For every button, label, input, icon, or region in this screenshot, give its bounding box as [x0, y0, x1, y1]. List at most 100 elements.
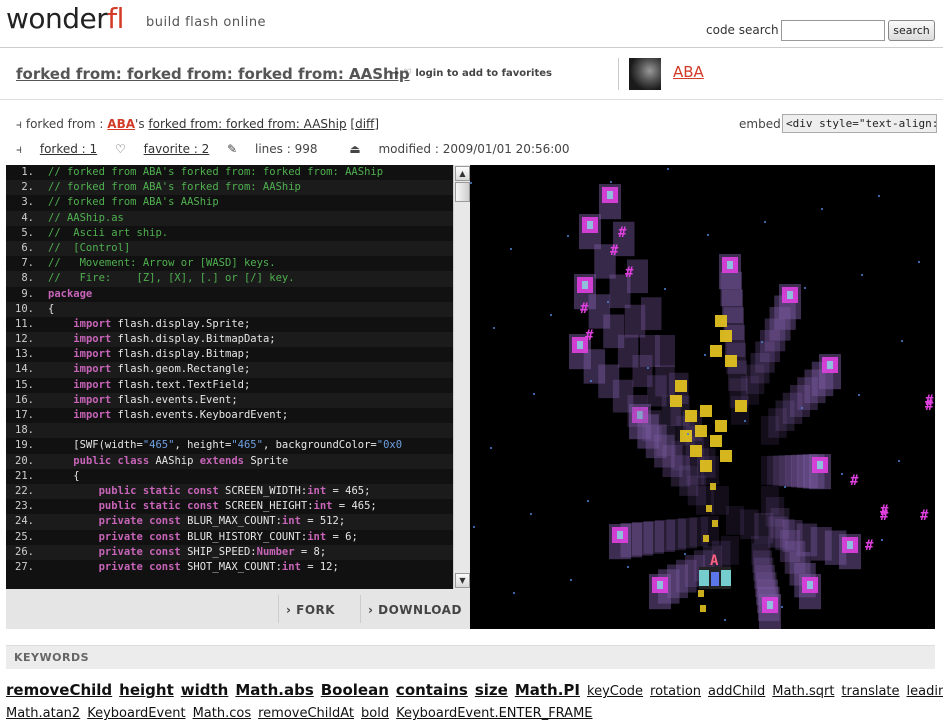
download-label: DOWNLOAD: [378, 603, 462, 617]
player-shot: [700, 605, 706, 612]
keyword-link[interactable]: bold: [361, 706, 389, 721]
scroll-thumb[interactable]: [455, 182, 470, 202]
fork-label: FORK: [296, 603, 336, 617]
keyword-link[interactable]: Math.abs: [235, 681, 313, 699]
search-button[interactable]: search: [888, 20, 935, 41]
keyword-link[interactable]: removeChild: [6, 681, 112, 699]
enemy-cockpit: [807, 581, 813, 589]
code-text: // forked from ABA's AAShip: [48, 196, 219, 209]
code-text: // Ascii art ship.: [48, 226, 169, 239]
flash-canvas[interactable]: # # # # # # # # # # # # A: [470, 165, 935, 629]
add-favorite-link[interactable]: ➜ ♡ login to add to favorites: [391, 68, 552, 79]
player-shot: [703, 535, 709, 542]
author-link[interactable]: ABA: [673, 63, 704, 81]
line-number: 16.: [15, 393, 34, 406]
fork-button[interactable]: › FORK: [286, 603, 335, 617]
code-line: 16. import flash.events.Event;: [6, 392, 453, 408]
scroll-up-icon[interactable]: ▲: [455, 166, 470, 181]
line-number: 8.: [21, 272, 34, 285]
star: [664, 288, 666, 290]
code-text: import flash.text.TextField;: [73, 378, 251, 391]
star: [801, 407, 803, 409]
bullet-glyph: #: [850, 473, 859, 489]
code-search-label: code search: [706, 23, 779, 37]
star: [667, 168, 669, 170]
code-line: 18.: [6, 423, 453, 439]
code-text: import flash.display.BitmapData;: [73, 333, 276, 346]
code-line: 23. public static const SCREEN_HEIGHT:in…: [6, 499, 453, 514]
star: [687, 433, 689, 435]
keyword-link[interactable]: width: [181, 681, 229, 699]
favorite-count[interactable]: ♡ favorite : 2: [115, 142, 209, 156]
diff-link[interactable]: [diff]: [350, 117, 379, 131]
star: [881, 539, 883, 541]
keywords-row-1: removeChild height width Math.abs Boolean con…: [6, 680, 943, 699]
player-shot: [706, 505, 712, 512]
player-ship-wing: [721, 570, 731, 586]
code-text: [SWF(width="465", height="465", backgrou…: [48, 439, 403, 452]
ship-trail: [624, 304, 646, 338]
keyword-link[interactable]: keyCode: [587, 684, 643, 699]
embed-code-field[interactable]: <div style="text-align:center: [782, 114, 937, 133]
code-text: import flash.display.Sprite;: [73, 317, 251, 330]
keyword-link[interactable]: leading: [907, 684, 943, 699]
code-line: 27. private const SHOT_MAX_COUNT:int = 1…: [6, 560, 453, 575]
star: [707, 234, 709, 236]
bullet-glyph: #: [618, 225, 627, 241]
code-line: 5. // Ascii art ship.: [6, 226, 453, 241]
code-scrollbar[interactable]: ▲ ▼: [453, 165, 470, 589]
bullet-glyph: #: [920, 508, 929, 524]
star: [610, 181, 612, 183]
code-text: import flash.geom.Rectangle;: [73, 363, 251, 376]
code-text: {: [48, 469, 80, 482]
forked-count-label: forked : 1: [39, 142, 98, 156]
site-logo[interactable]: wonderfl: [6, 2, 124, 35]
keyword-link[interactable]: KeyboardEvent.ENTER_FRAME: [396, 706, 592, 721]
star: [470, 182, 472, 184]
code-text: private const BLUR_HISTORY_COUNT:int = 6…: [98, 530, 358, 543]
bullet-glyph: #: [865, 538, 874, 554]
keyword-link[interactable]: Boolean: [321, 681, 389, 699]
keyword-link[interactable]: height: [119, 681, 174, 699]
star: [533, 393, 535, 395]
bullet-glyph: #: [880, 503, 889, 519]
scroll-down-icon[interactable]: ▼: [455, 573, 470, 588]
code-line: 25. private const BLUR_HISTORY_COUNT:int…: [6, 530, 453, 545]
line-number: 13.: [15, 348, 34, 361]
download-button[interactable]: › DOWNLOAD: [368, 603, 462, 617]
keyword-link[interactable]: translate: [841, 684, 899, 699]
lines-label: lines : 998: [255, 142, 318, 156]
forked-count[interactable]: ⫞ forked : 1: [16, 142, 97, 156]
divider: [618, 58, 619, 90]
forked-from-label: forked from :: [25, 117, 104, 131]
forked-from-user-link[interactable]: ABA: [107, 117, 135, 131]
code-text: public static const SCREEN_WIDTH:int = 4…: [98, 484, 371, 497]
code-line: 15. import flash.text.TextField;: [6, 378, 453, 393]
keyword-link[interactable]: Math.sqrt: [772, 684, 834, 699]
chevron-right-icon: ›: [286, 603, 292, 617]
code-text: // AAShip.as: [48, 211, 124, 224]
star: [918, 261, 920, 263]
star: [784, 486, 786, 488]
page-title[interactable]: forked from: forked from: forked from: A…: [16, 65, 410, 83]
keyword-link[interactable]: removeChildAt: [258, 706, 354, 721]
pencil-icon: ✎: [227, 142, 238, 156]
keyword-link[interactable]: rotation: [650, 684, 701, 699]
author-avatar[interactable]: [629, 58, 661, 90]
code-editor[interactable]: 1. // forked from ABA's forked from: fork…: [6, 165, 453, 589]
divider: [360, 595, 361, 623]
keyword-link[interactable]: size: [475, 681, 508, 699]
keyword-link[interactable]: Math.cos: [193, 706, 252, 721]
keyword-link[interactable]: KeyboardEvent: [87, 706, 185, 721]
keyword-link[interactable]: Math.atan2: [6, 706, 80, 721]
keyword-link[interactable]: addChild: [708, 684, 765, 699]
explosion-particle: [675, 380, 687, 392]
line-number: 15.: [15, 378, 34, 391]
site-tagline: build flash online: [146, 15, 267, 30]
forked-from-title-link[interactable]: forked from: forked from: AAShip: [148, 117, 346, 131]
code-search-input[interactable]: [781, 20, 885, 41]
code-text: import flash.events.KeyboardEvent;: [73, 409, 289, 421]
keyword-link[interactable]: Math.PI: [515, 681, 580, 699]
keyword-link[interactable]: contains: [396, 681, 468, 699]
explosion-particle: [725, 355, 737, 367]
